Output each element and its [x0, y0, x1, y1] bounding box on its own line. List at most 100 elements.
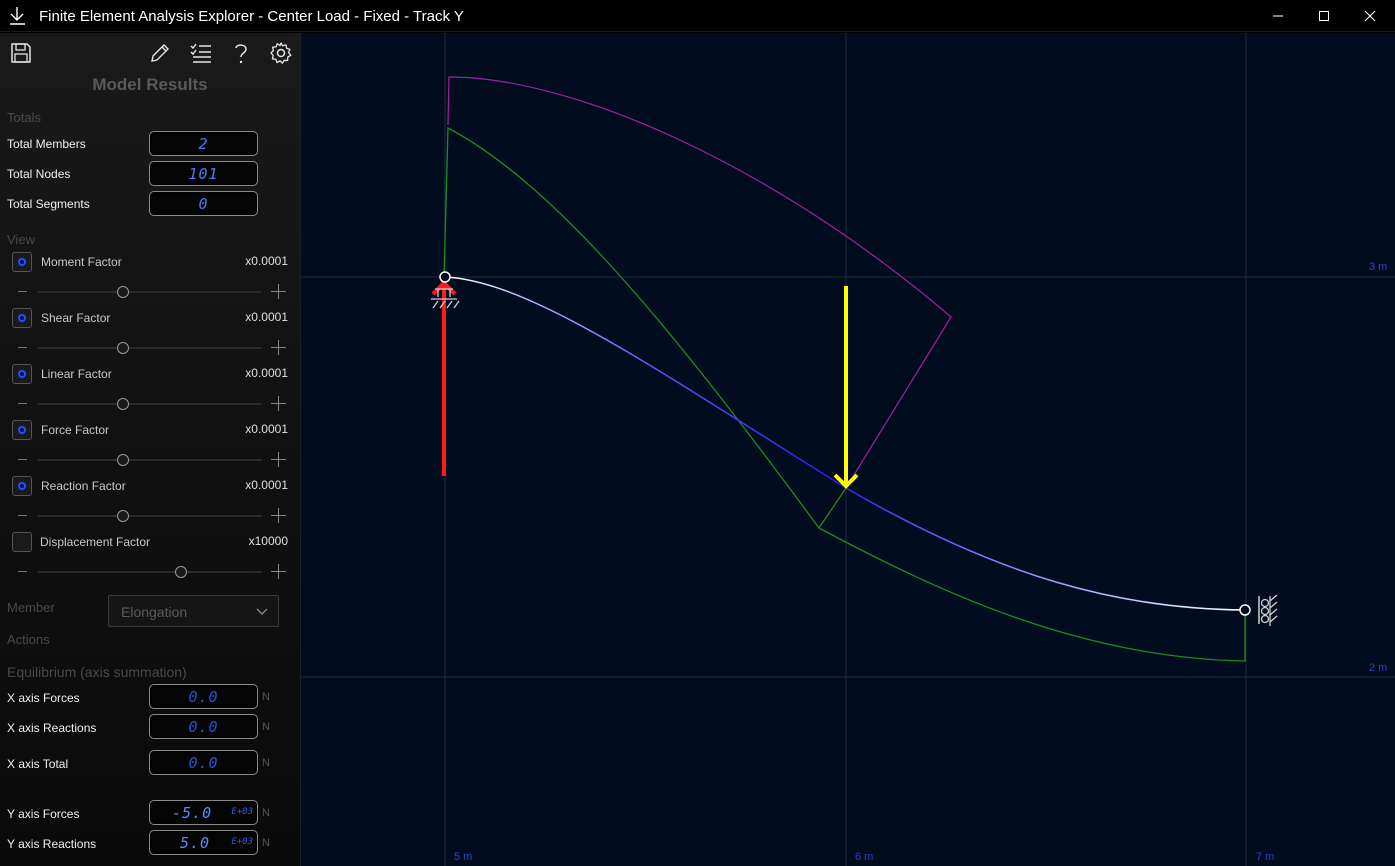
slider-track[interactable] [38, 571, 262, 573]
slider-track[interactable] [38, 515, 262, 517]
factor-multiplier: x0.0001 [245, 422, 288, 436]
factor-slider[interactable] [14, 508, 288, 524]
minus-icon[interactable] [18, 459, 27, 460]
x-axis-forces-value: 0.0 [188, 688, 219, 706]
factor-label: Linear Factor [41, 367, 112, 381]
title-bar: Finite Element Analysis Explorer - Cente… [0, 0, 1395, 32]
x-axis-reactions-value: 0.0 [188, 718, 219, 736]
factor-slider[interactable] [14, 564, 288, 580]
factor-slider[interactable] [14, 396, 288, 412]
equilibrium-section-label: Equilibrium (axis summation) [7, 664, 187, 680]
factor-multiplier: x0.0001 [245, 478, 288, 492]
edit-pencil-icon[interactable] [148, 41, 172, 65]
minimize-icon [1273, 15, 1283, 17]
y-axis-label-3m: 3 m [1369, 261, 1387, 273]
save-icon[interactable] [9, 41, 33, 65]
settings-gear-icon[interactable] [269, 41, 293, 65]
factor-slider[interactable] [14, 284, 288, 300]
slider-track[interactable] [38, 403, 262, 405]
plus-icon-stem[interactable] [278, 508, 279, 523]
plus-icon-stem[interactable] [278, 284, 279, 299]
x-axis-label-7m: 7 m [1256, 851, 1274, 863]
x-axis-forces-display: 0.0 [149, 684, 258, 709]
member-dropdown[interactable]: Elongation [108, 595, 279, 627]
slider-thumb[interactable] [117, 342, 130, 354]
total-segments-label: Total Segments [7, 197, 90, 211]
factor-label: Shear Factor [41, 311, 111, 325]
x-axis-reactions-unit: N [262, 721, 270, 733]
close-button[interactable] [1347, 0, 1393, 32]
totals-section-label: Totals [7, 110, 41, 125]
maximize-button[interactable] [1301, 0, 1347, 32]
total-members-label: Total Members [7, 137, 86, 151]
shear-diagram-left [443, 126, 847, 530]
x-axis-label-5m: 5 m [454, 851, 472, 863]
factor-multiplier: x0.0001 [245, 310, 288, 324]
reaction-arrow [431, 280, 457, 476]
factor-label: Force Factor [41, 423, 110, 437]
left-node[interactable] [439, 271, 451, 283]
factor-checkbox[interactable] [12, 252, 32, 272]
minimize-button[interactable] [1255, 0, 1301, 32]
member-dropdown-value: Elongation [121, 604, 188, 620]
minus-icon[interactable] [18, 347, 27, 348]
plus-icon-stem[interactable] [278, 396, 279, 411]
model-canvas[interactable]: 5 m 6 m 7 m 3 m 2 m [300, 33, 1395, 866]
y-axis-reactions-exponent: E+03 [231, 837, 253, 847]
factor-checkbox[interactable] [12, 532, 32, 552]
factor-multiplier: x0.0001 [245, 254, 288, 268]
factor-label: Moment Factor [41, 255, 122, 269]
plus-icon-stem[interactable] [278, 564, 279, 579]
y-axis-label-2m: 2 m [1369, 662, 1387, 674]
slider-thumb[interactable] [117, 398, 130, 410]
slider-track[interactable] [38, 347, 262, 349]
structure-plot: 5 m 6 m 7 m 3 m 2 m [301, 33, 1395, 866]
beam-member-2[interactable] [845, 487, 1246, 611]
minus-icon[interactable] [18, 403, 27, 404]
total-nodes-label: Total Nodes [7, 167, 71, 181]
plus-icon-stem[interactable] [278, 340, 279, 355]
total-members-display: 2 [149, 131, 258, 156]
x-axis-forces-unit: N [262, 691, 270, 703]
slider-thumb[interactable] [117, 510, 130, 522]
x-axis-total-value: 0.0 [188, 754, 219, 772]
minus-icon[interactable] [18, 291, 27, 292]
checkbox-checked-icon [18, 426, 26, 434]
slider-thumb[interactable] [117, 286, 130, 298]
factor-checkbox[interactable] [12, 364, 32, 384]
help-icon[interactable] [229, 41, 253, 65]
slider-thumb[interactable] [117, 454, 130, 466]
right-node[interactable] [1239, 604, 1251, 616]
minus-icon[interactable] [18, 515, 27, 516]
factor-slider[interactable] [14, 452, 288, 468]
window-title: Finite Element Analysis Explorer - Cente… [39, 8, 464, 25]
factor-checkbox[interactable] [12, 420, 32, 440]
close-icon [1364, 10, 1376, 22]
checkbox-checked-icon [18, 314, 26, 322]
x-axis-total-unit: N [262, 757, 270, 769]
minus-icon[interactable] [18, 571, 27, 572]
checklist-icon[interactable] [189, 41, 213, 65]
total-segments-display: 0 [149, 191, 258, 216]
y-axis-forces-display: -5.0 E+03 [149, 800, 258, 825]
right-support-icon [1258, 594, 1278, 626]
factor-slider[interactable] [14, 340, 288, 356]
slider-thumb[interactable] [175, 566, 188, 578]
x-axis-total-display: 0.0 [149, 750, 258, 775]
x-axis-label-6m: 6 m [855, 851, 873, 863]
y-axis-reactions-unit: N [262, 837, 270, 849]
total-nodes-display: 101 [149, 161, 258, 186]
factor-multiplier: x10000 [248, 534, 288, 548]
total-nodes-value: 101 [188, 165, 219, 183]
view-section-label: View [7, 232, 35, 247]
shear-diagram-right [818, 527, 1246, 662]
factor-checkbox[interactable] [12, 476, 32, 496]
beam-member-1[interactable] [444, 276, 847, 489]
plus-icon-stem[interactable] [278, 452, 279, 467]
factor-multiplier: x0.0001 [245, 366, 288, 380]
slider-track[interactable] [38, 459, 262, 461]
factor-checkbox[interactable] [12, 308, 32, 328]
checkbox-checked-icon [18, 370, 26, 378]
chevron-down-icon [256, 608, 268, 615]
slider-track[interactable] [38, 291, 262, 293]
